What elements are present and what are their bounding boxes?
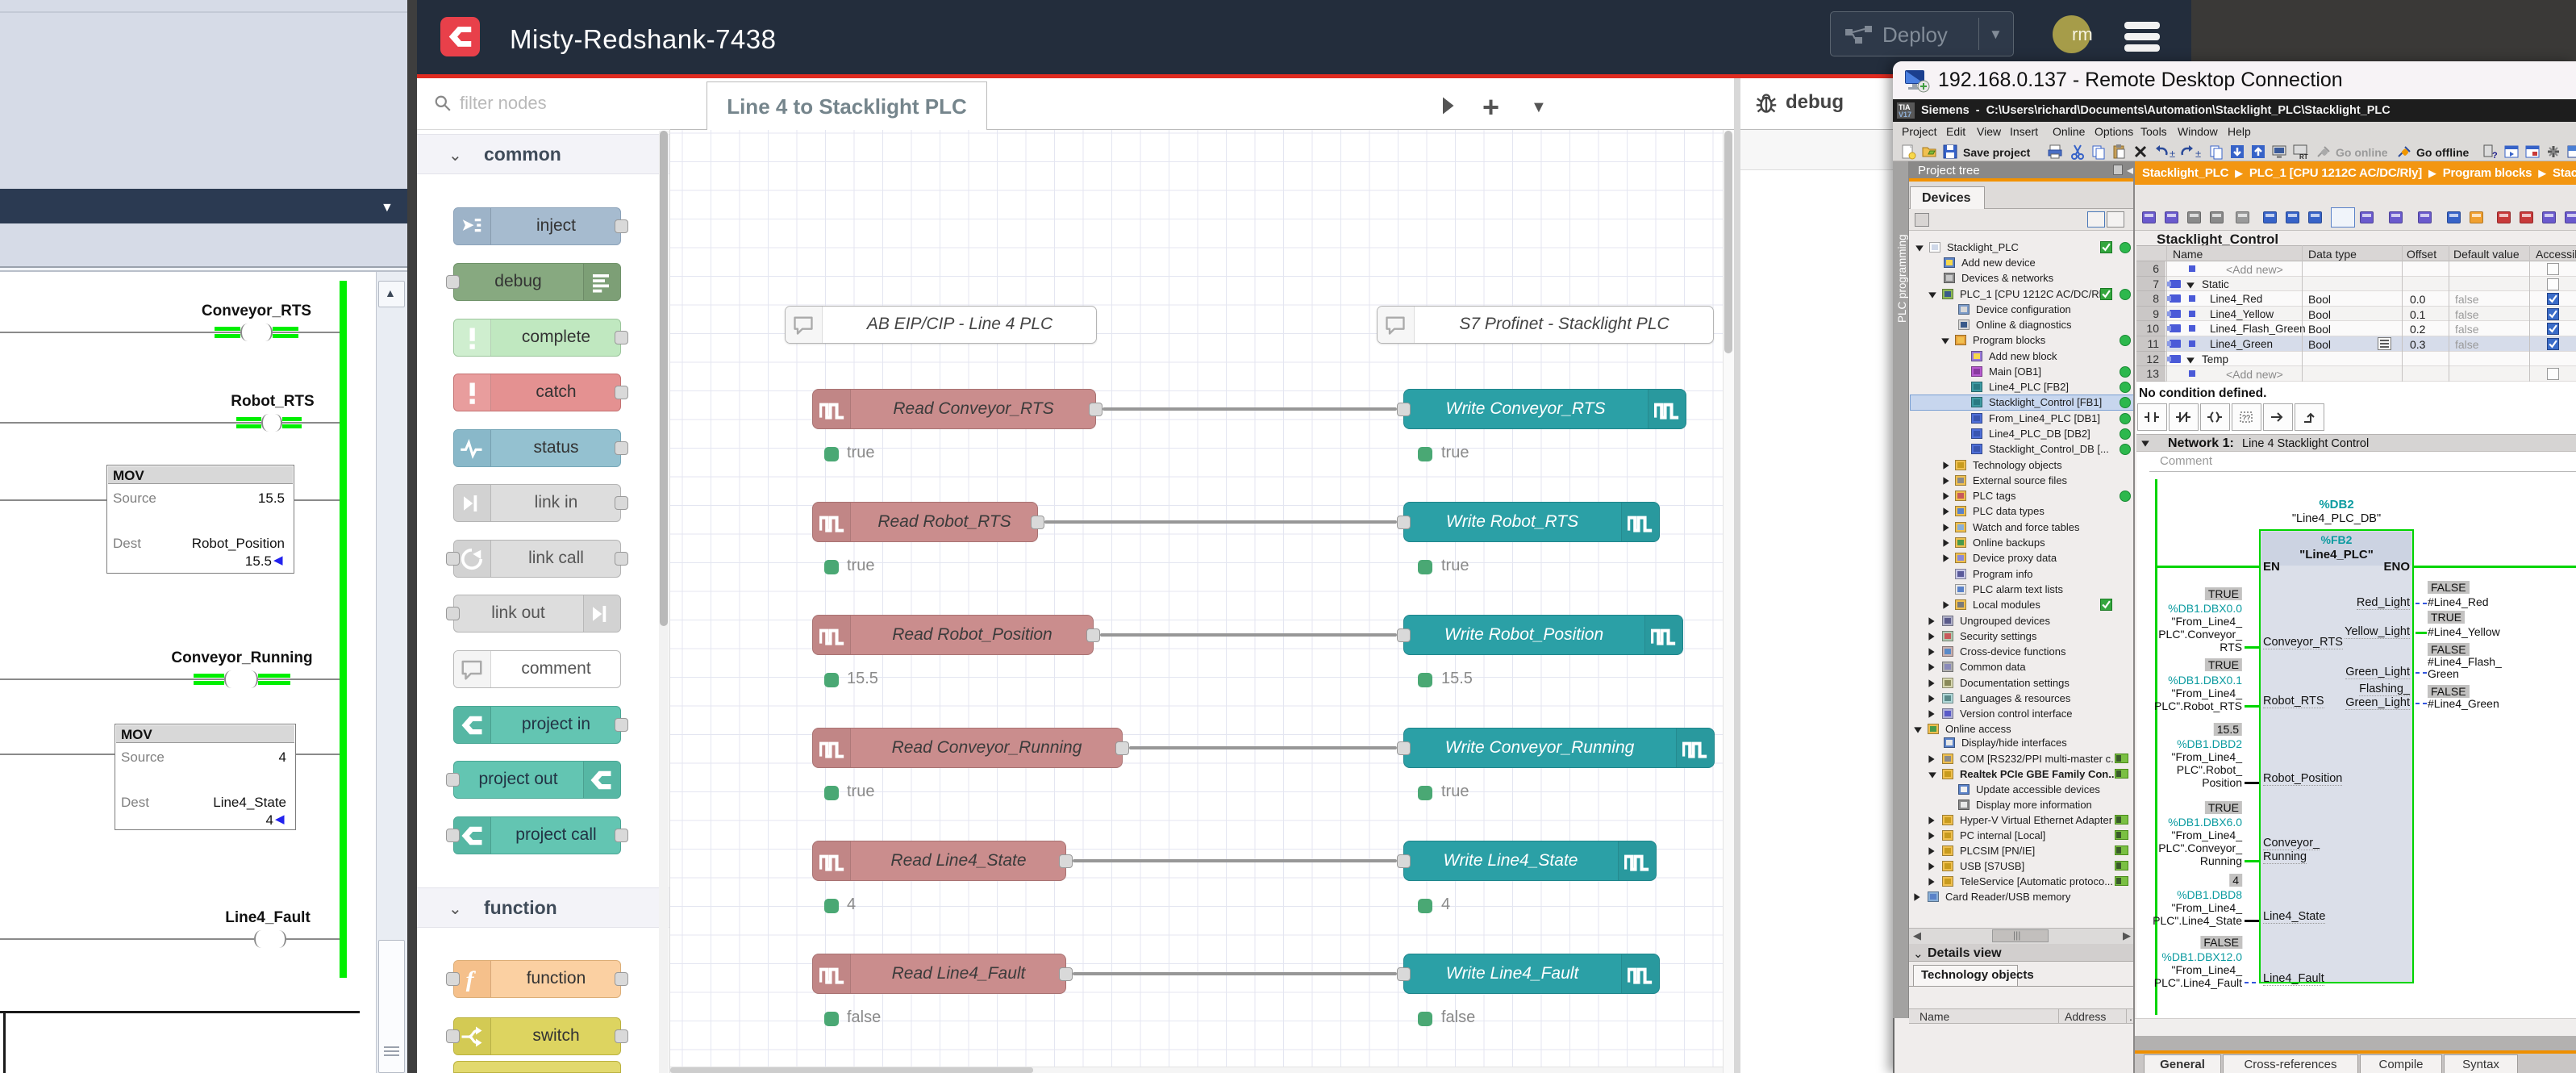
svg-text:?: ? [2492,151,2498,160]
svg-text:??: ?? [2242,414,2250,422]
svg-text:RT: RT [2299,153,2308,160]
svg-text:f: f [466,967,477,992]
